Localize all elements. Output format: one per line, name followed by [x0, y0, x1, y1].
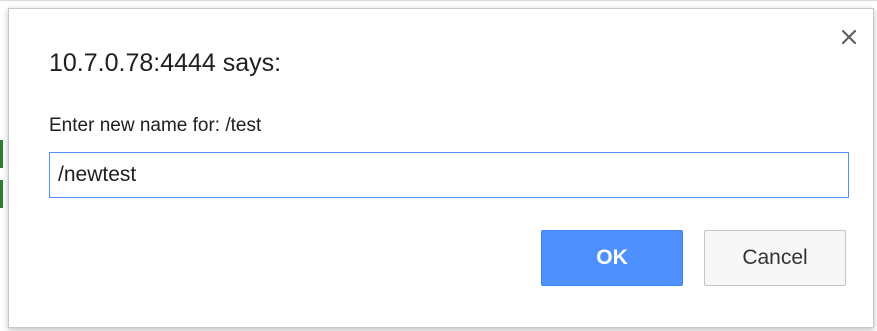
dialog-title: 10.7.0.78:4444 says:: [49, 49, 282, 77]
ok-button[interactable]: OK: [541, 230, 683, 286]
page: 10.7.0.78:4444 says: Enter new name for:…: [0, 0, 877, 331]
close-icon[interactable]: [837, 25, 861, 49]
prompt-dialog: 10.7.0.78:4444 says: Enter new name for:…: [8, 8, 874, 328]
background-edge: [0, 0, 877, 1]
background-marker: [0, 180, 3, 208]
cancel-button[interactable]: Cancel: [704, 230, 846, 286]
new-name-input[interactable]: [49, 152, 849, 198]
dialog-message: Enter new name for: /test: [49, 115, 262, 136]
background-marker: [0, 140, 3, 168]
